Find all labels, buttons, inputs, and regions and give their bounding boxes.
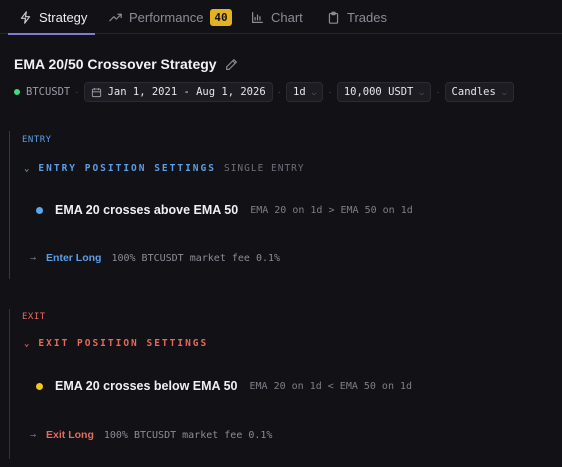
chevron-down-icon: ⌵ bbox=[419, 87, 425, 97]
chart-type-value: Candles bbox=[451, 86, 496, 98]
separator-dot: · bbox=[436, 86, 440, 98]
entry-action: → Enter Long 100% BTCUSDT market fee 0.1… bbox=[30, 252, 280, 264]
tab-chart[interactable]: Chart bbox=[251, 0, 303, 34]
entry-settings-toggle[interactable]: ⌄ ENTRY POSITION SETTINGS SINGLE ENTRY bbox=[24, 163, 305, 174]
date-range-value: Jan 1, 2021 - Aug 1, 2026 bbox=[107, 86, 266, 98]
lightning-icon bbox=[20, 10, 31, 24]
exit-action: → Exit Long 100% BTCUSDT market fee 0.1% bbox=[30, 429, 272, 441]
symbol-label: BTCUSDT bbox=[26, 86, 71, 98]
exit-condition[interactable]: EMA 20 crosses below EMA 50 EMA 20 on 1d… bbox=[36, 379, 412, 393]
separator-dot: · bbox=[328, 86, 332, 98]
exit-action-detail: 100% BTCUSDT market fee 0.1% bbox=[103, 429, 273, 441]
chevron-down-icon: ⌵ bbox=[501, 87, 507, 97]
page-title: EMA 20/50 Crossover Strategy bbox=[14, 56, 217, 72]
entry-condition-title: EMA 20 crosses above EMA 50 bbox=[55, 203, 239, 217]
interval-select[interactable]: 1d ⌵ bbox=[286, 82, 324, 102]
chevron-down-icon: ⌵ bbox=[311, 87, 317, 97]
entry-section-label: ENTRY bbox=[22, 135, 52, 145]
date-range-picker[interactable]: Jan 1, 2021 - Aug 1, 2026 bbox=[83, 82, 273, 102]
exit-long-link[interactable]: Exit Long bbox=[46, 429, 94, 441]
entry-condition-detail: EMA 20 on 1d > EMA 50 on 1d bbox=[250, 204, 413, 216]
tab-strategy[interactable]: Strategy bbox=[8, 0, 95, 35]
exit-settings-toggle[interactable]: ⌄ EXIT POSITION SETTINGS bbox=[24, 338, 208, 349]
performance-count-badge: 40 bbox=[210, 8, 232, 26]
chart-icon bbox=[252, 11, 263, 23]
exit-section-line bbox=[9, 309, 10, 459]
calendar-icon bbox=[91, 87, 101, 97]
exit-condition-title: EMA 20 crosses below EMA 50 bbox=[55, 379, 238, 393]
tab-chart-label: Chart bbox=[271, 9, 303, 25]
exit-section-label: EXIT bbox=[22, 312, 46, 322]
strategy-toolbar: BTCUSDT · Jan 1, 2021 - Aug 1, 2026 · 1d… bbox=[14, 82, 514, 102]
strategy-title-row: EMA 20/50 Crossover Strategy bbox=[14, 56, 238, 72]
entry-condition-dot bbox=[36, 206, 43, 214]
arrow-right-icon: → bbox=[30, 252, 37, 264]
entry-condition[interactable]: EMA 20 crosses above EMA 50 EMA 20 on 1d… bbox=[36, 203, 413, 217]
arrow-right-icon: → bbox=[30, 429, 37, 441]
exit-settings-title: EXIT POSITION SETTINGS bbox=[38, 338, 209, 349]
status-dot bbox=[14, 89, 20, 95]
tab-trades-label: Trades bbox=[347, 9, 387, 25]
capital-select[interactable]: 10,000 USDT ⌵ bbox=[336, 82, 432, 102]
clipboard-icon bbox=[328, 11, 339, 24]
interval-value: 1d bbox=[293, 86, 306, 98]
capital-value: 10,000 USDT bbox=[343, 86, 414, 98]
entry-action-detail: 100% BTCUSDT market fee 0.1% bbox=[111, 252, 281, 264]
chevron-down-icon: ⌄ bbox=[24, 338, 30, 349]
pencil-icon[interactable] bbox=[225, 58, 238, 71]
tab-strategy-label: Strategy bbox=[39, 9, 88, 25]
chart-type-select[interactable]: Candles ⌵ bbox=[444, 82, 514, 102]
separator-dot: · bbox=[277, 86, 281, 98]
separator-dot: · bbox=[75, 86, 79, 98]
exit-condition-dot bbox=[36, 382, 43, 390]
tab-trades[interactable]: Trades bbox=[327, 0, 387, 34]
entry-mode-label: SINGLE ENTRY bbox=[223, 163, 305, 174]
tab-performance-label: Performance bbox=[129, 9, 204, 25]
tab-performance[interactable]: Performance 40 bbox=[109, 0, 232, 34]
trend-icon bbox=[109, 13, 122, 21]
entry-section-line bbox=[9, 131, 10, 279]
chevron-down-icon: ⌄ bbox=[24, 163, 30, 174]
exit-condition-detail: EMA 20 on 1d < EMA 50 on 1d bbox=[249, 380, 413, 392]
entry-settings-title: ENTRY POSITION SETTINGS bbox=[38, 163, 216, 174]
enter-long-link[interactable]: Enter Long bbox=[46, 252, 101, 264]
tab-bar: Strategy Performance 40 Chart Trades bbox=[0, 0, 562, 35]
